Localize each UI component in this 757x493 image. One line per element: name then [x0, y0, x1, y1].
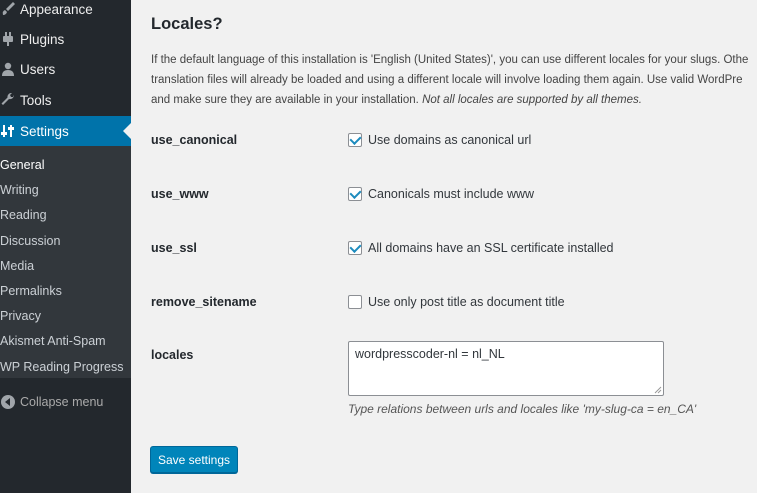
plugin-icon	[3, 32, 13, 46]
use-canonical-label: use_canonical	[151, 133, 238, 147]
submenu-item-privacy[interactable]: Privacy	[0, 309, 41, 323]
use-canonical-text: Use domains as canonical url	[368, 133, 532, 147]
menu-item-plugins[interactable]: Plugins	[0, 24, 131, 54]
submenu-item-reading[interactable]: Reading	[0, 208, 47, 222]
menu-item-settings[interactable]: Settings	[0, 116, 131, 146]
use-www-checkbox[interactable]	[348, 187, 362, 201]
collapse-arrow-icon	[1, 395, 15, 409]
save-settings-button[interactable]: Save settings	[150, 446, 238, 473]
submenu-item-general[interactable]: General	[0, 158, 44, 172]
menu-label: Users	[20, 61, 56, 77]
menu-label: Tools	[20, 92, 52, 108]
submenu-item-discussion[interactable]: Discussion	[0, 234, 60, 248]
menu-item-tools[interactable]: Tools	[0, 85, 131, 115]
top-divider	[151, 0, 601, 3]
use-www-text: Canonicals must include www	[368, 187, 535, 201]
remove-sitename-checkbox[interactable]	[348, 295, 362, 309]
locales-label: locales	[151, 348, 194, 362]
remove-sitename-label: remove_sitename	[151, 295, 257, 309]
section-title: Locales?	[151, 15, 223, 33]
use-canonical-option[interactable]: Use domains as canonical url	[348, 133, 531, 147]
submenu-item-reading-progress[interactable]: WP Reading Progress	[0, 360, 123, 374]
settings-icon	[1, 125, 14, 137]
menu-item-users[interactable]: Users	[0, 54, 131, 84]
submenu-item-writing[interactable]: Writing	[0, 183, 39, 197]
paintbrush-icon	[2, 2, 15, 15]
description-line: translation files will already be loaded…	[151, 74, 743, 86]
resize-grip-icon[interactable]	[653, 385, 662, 394]
submenu-item-media[interactable]: Media	[0, 259, 34, 273]
description-line: and make sure they are available in your…	[151, 90, 757, 110]
menu-label: Appearance	[20, 1, 93, 17]
users-icon	[2, 62, 14, 76]
use-www-option[interactable]: Canonicals must include www	[348, 187, 534, 201]
use-ssl-option[interactable]: All domains have an SSL certificate inst…	[348, 241, 614, 255]
admin-sidebar: Appearance Plugins Users Tools Settings …	[0, 0, 131, 493]
collapse-menu-label: Collapse menu	[20, 395, 104, 409]
description-line: If the default language of this installa…	[151, 54, 749, 66]
wrench-icon	[1, 92, 15, 105]
use-canonical-checkbox[interactable]	[348, 133, 362, 147]
submenu-item-akismet[interactable]: Akismet Anti-Spam	[0, 334, 106, 348]
menu-label: Plugins	[20, 31, 65, 47]
description-note: Not all locales are supported by all the…	[422, 94, 642, 106]
menu-label: Settings	[20, 123, 69, 139]
locales-help-text: Type relations between urls and locales …	[348, 402, 697, 416]
remove-sitename-text: Use only post title as document title	[368, 295, 565, 309]
use-ssl-text: All domains have an SSL certificate inst…	[368, 241, 614, 255]
remove-sitename-option[interactable]: Use only post title as document title	[348, 295, 565, 309]
description-text: and make sure they are available in your…	[151, 94, 419, 106]
settings-submenu: General Writing Reading Discussion Media…	[0, 146, 131, 378]
use-ssl-checkbox[interactable]	[348, 241, 362, 255]
section-description: If the default language of this installa…	[151, 50, 757, 110]
menu-item-appearance[interactable]: Appearance	[0, 0, 131, 24]
settings-content: Locales? If the default language of this…	[131, 0, 757, 493]
use-ssl-label: use_ssl	[151, 241, 197, 255]
submenu-item-permalinks[interactable]: Permalinks	[0, 284, 62, 298]
locales-textarea[interactable]: wordpresscoder-nl = nl_NL	[348, 341, 664, 396]
use-www-label: use_www	[151, 187, 209, 201]
